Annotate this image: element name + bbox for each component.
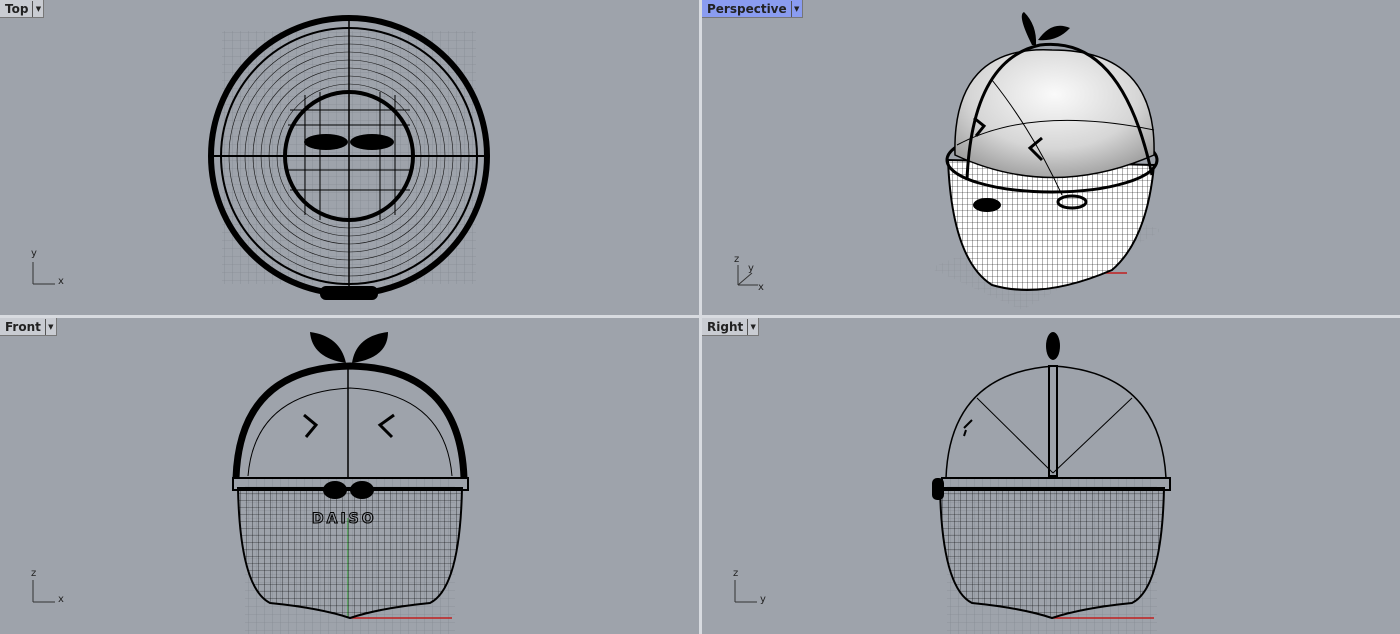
axis-label-y: y (748, 263, 754, 274)
viewport-perspective[interactable]: z y x Perspective ▼ (702, 0, 1400, 315)
axis-label-x: x (58, 276, 64, 287)
axis-label-z: z (734, 254, 740, 265)
chevron-down-icon[interactable]: ▼ (790, 0, 802, 17)
viewport-title: Right (707, 319, 744, 334)
chevron-down-icon[interactable]: ▼ (44, 318, 56, 335)
axis-label-z: z (31, 568, 37, 579)
tab-right[interactable]: Right ▼ (702, 318, 760, 336)
tab-perspective[interactable]: Perspective ▼ (702, 0, 803, 18)
viewport-right[interactable]: z y Right ▼ (702, 318, 1400, 634)
axis-label-x: x (58, 594, 64, 605)
svg-text:DAISO: DAISO (312, 511, 377, 527)
axis-label-x: x (758, 282, 764, 293)
viewport-title: Front (5, 319, 41, 334)
front-view-model: DAISO (32, 332, 469, 634)
chevron-down-icon[interactable]: ▼ (747, 318, 758, 335)
top-view-model (32, 15, 490, 300)
axis-label-y: y (31, 248, 37, 259)
viewport-title: Top (5, 1, 29, 16)
axis-label-y: y (760, 594, 766, 605)
tab-front[interactable]: Front ▼ (0, 318, 57, 336)
right-view-model (734, 332, 1171, 634)
perspective-view-model (737, 12, 1162, 310)
viewport-front[interactable]: DAISO z x Front ▼ (0, 318, 699, 634)
tab-top[interactable]: Top ▼ (0, 0, 45, 18)
viewport-top[interactable]: y x Top ▼ (0, 0, 699, 315)
axis-label-z: z (733, 568, 739, 579)
chevron-down-icon[interactable]: ▼ (32, 0, 43, 17)
viewport-title: Perspective (707, 1, 787, 16)
